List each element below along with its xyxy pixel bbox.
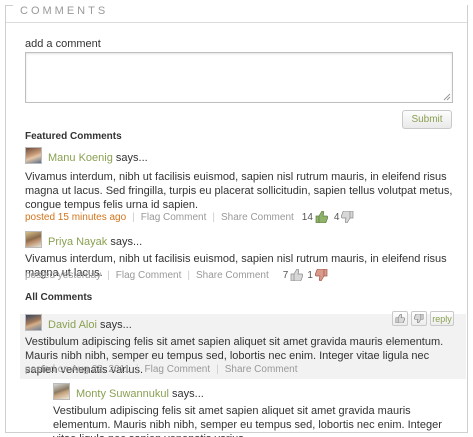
comment-body: Vestibulum adipiscing felis sit amet sap…: [53, 405, 442, 437]
thumbs-up-icon: [395, 314, 405, 323]
resize-grip-icon[interactable]: [443, 93, 451, 101]
submit-button[interactable]: Submit: [402, 110, 452, 129]
title-divider: [6, 22, 467, 23]
avatar[interactable]: [25, 314, 42, 331]
avatar[interactable]: [25, 147, 42, 164]
says-text: says...: [110, 236, 143, 248]
author-link[interactable]: Priya Nayak: [48, 236, 107, 248]
thumbs-down-icon[interactable]: [314, 269, 328, 281]
section-title: COMMENTS: [18, 5, 115, 17]
thumbs-up-icon[interactable]: [290, 269, 304, 281]
avatar[interactable]: [53, 383, 70, 400]
thumbs-up-icon[interactable]: [315, 211, 328, 223]
comment-body: Vivamus interdum, nibh ut facilisis euis…: [25, 171, 453, 211]
timestamp: posted yesterday: [25, 269, 102, 281]
comment-meta: posted yesterday | Flag Comment | Share …: [25, 269, 328, 281]
says-text: says...: [115, 152, 148, 164]
upvote-count: 7: [282, 269, 289, 281]
timestamp: posted on Aug 22, 2011: [25, 364, 130, 375]
share-comment-link[interactable]: Share Comment: [221, 212, 294, 223]
featured-heading: Featured Comments: [25, 131, 122, 142]
flag-comment-link[interactable]: Flag Comment: [141, 212, 207, 223]
add-comment-label: add a comment: [25, 38, 101, 50]
thumbs-down-icon[interactable]: [341, 211, 354, 223]
comments-panel: COMMENTS add a comment Submit Featured C…: [5, 5, 468, 437]
downvote-count: 4: [333, 211, 340, 223]
comment-textarea[interactable]: [25, 52, 453, 103]
author-link[interactable]: Monty Suwannukul: [76, 388, 169, 400]
flag-comment-link[interactable]: Flag Comment: [145, 364, 211, 375]
author-link[interactable]: Manu Koenig: [48, 152, 113, 164]
upvote-count: 14: [301, 211, 313, 223]
all-comments-heading: All Comments: [25, 292, 93, 303]
thumbs-down-button[interactable]: [411, 311, 427, 326]
says-text: says...: [172, 388, 204, 400]
author-link[interactable]: David Aloi: [48, 319, 97, 331]
flag-comment-link[interactable]: Flag Comment: [116, 270, 182, 281]
comment-meta: posted 15 minutes ago | Flag Comment | S…: [25, 211, 354, 223]
downvote-count: 1: [307, 269, 313, 281]
timestamp: posted 15 minutes ago: [25, 211, 127, 223]
comment-meta: posted on Aug 22, 2011 | Flag Comment | …: [25, 364, 298, 375]
thumbs-down-icon: [414, 314, 424, 323]
reply-button[interactable]: reply: [430, 311, 454, 326]
avatar[interactable]: [25, 231, 42, 248]
says-text: says...: [99, 319, 132, 331]
share-comment-link[interactable]: Share Comment: [225, 364, 298, 375]
thumbs-up-button[interactable]: [392, 311, 408, 326]
share-comment-link[interactable]: Share Comment: [196, 270, 269, 281]
